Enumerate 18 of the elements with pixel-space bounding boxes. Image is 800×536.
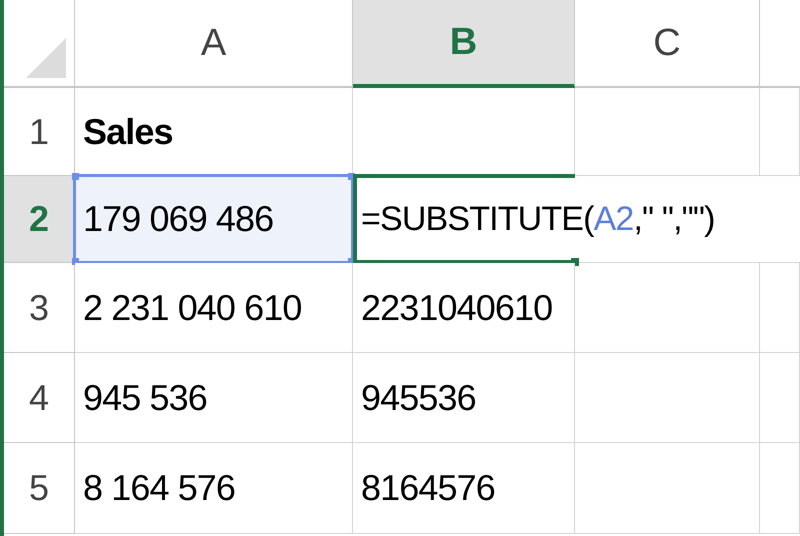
row-header[interactable]: 4 <box>4 353 75 443</box>
row-header[interactable]: 5 <box>4 443 75 534</box>
cell-text: 2231040610 <box>360 286 552 330</box>
row-header[interactable]: 2 <box>4 176 75 263</box>
cell-text: 179 069 486 <box>82 197 274 241</box>
cell-text: 2 231 040 610 <box>82 286 302 330</box>
cell-text: 945 536 <box>82 376 207 420</box>
column-header[interactable]: C <box>575 0 760 88</box>
row-header[interactable]: 1 <box>4 88 75 176</box>
select-all-icon[interactable] <box>26 38 66 78</box>
cell-text: 945536 <box>360 376 476 420</box>
column-header[interactable]: A <box>75 0 353 88</box>
column-header[interactable]: B <box>353 0 575 88</box>
cell-text: 8 164 576 <box>82 466 236 510</box>
cell-text: Sales <box>82 110 173 154</box>
cell-text: 8164576 <box>360 466 495 510</box>
formula-text[interactable]: =SUBSTITUTE(A2," ","") <box>353 194 715 244</box>
row-header[interactable]: 3 <box>4 263 75 353</box>
